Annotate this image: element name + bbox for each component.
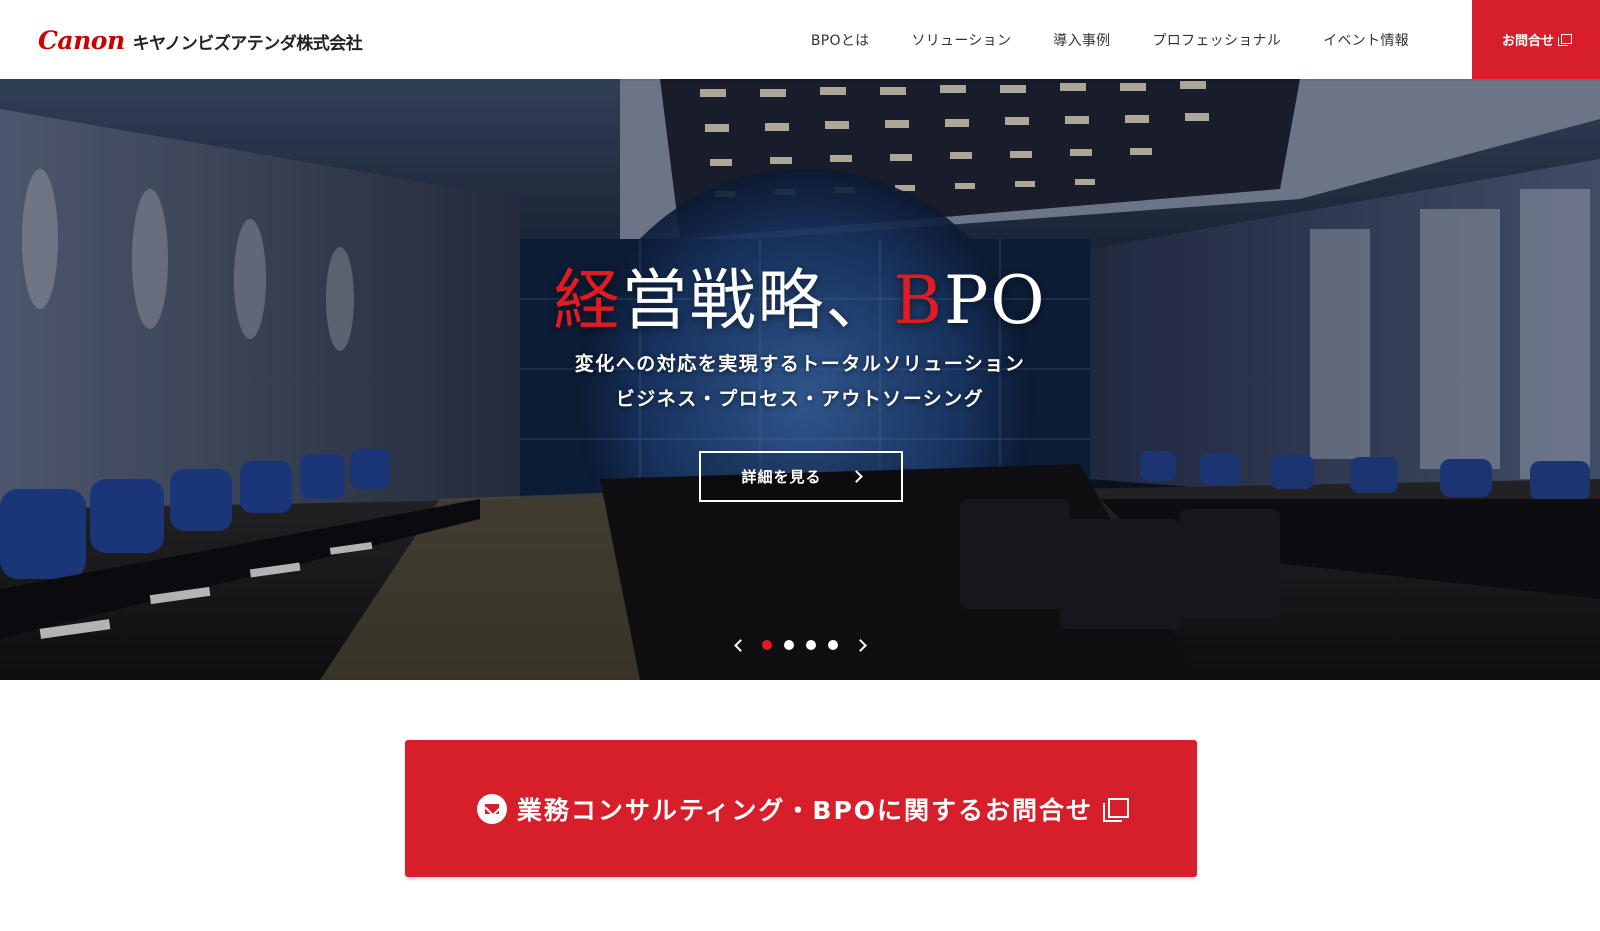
slider-controls [0, 635, 1600, 655]
hero-detail-label: 詳細を見る [741, 468, 822, 486]
chevron-right-icon [849, 470, 863, 483]
hero-title-accent2: B [893, 262, 944, 339]
cta-label: 業務コンサルティング・BPOに関するお問合せ [516, 795, 1094, 825]
chevron-left-icon [733, 638, 747, 652]
company-name: キヤノンビズアテンダ株式会社 [132, 34, 363, 54]
slider-dot-4[interactable] [828, 640, 838, 650]
hero-subtitle-line1: 変化への対応を実現するトータルソリューション [574, 353, 1026, 375]
slider-dot-1[interactable] [762, 640, 772, 650]
header-contact-button[interactable]: お問合せ [1472, 0, 1600, 79]
global-nav: BPOとは ソリューション 導入事例 プロフェッショナル イベント情報 [790, 0, 1430, 79]
hero-title-main2: PO [943, 262, 1047, 339]
site-logo[interactable]: Canon キヤノンビズアテンダ株式会社 [38, 26, 363, 55]
slider-next-button[interactable] [850, 635, 870, 655]
site-header: Canon キヤノンビズアテンダ株式会社 BPOとは ソリューション 導入事例 … [0, 0, 1600, 79]
nav-item-solutions[interactable]: ソリューション [890, 30, 1032, 50]
chevron-right-icon [853, 638, 867, 652]
nav-item-case-studies[interactable]: 導入事例 [1032, 30, 1131, 50]
nav-item-bpo[interactable]: BPOとは [790, 30, 891, 50]
slider-dot-2[interactable] [784, 640, 794, 650]
slider-prev-button[interactable] [730, 635, 750, 655]
hero-title-main1: 営戦略、 [621, 262, 894, 339]
hero-title-accent: 経 [553, 262, 622, 339]
header-contact-label: お問合せ [1501, 34, 1554, 49]
external-window-icon [1558, 34, 1572, 46]
hero-slider: 経営戦略、BPO 変化への対応を実現するトータルソリューション ビジネス・プロセ… [0, 79, 1600, 680]
nav-item-events[interactable]: イベント情報 [1302, 30, 1430, 50]
slider-dot-3[interactable] [806, 640, 816, 650]
hero-subtitle-line2: ビジネス・プロセス・アウトソーシング [615, 388, 985, 410]
mail-icon [476, 793, 507, 824]
canon-logo: Canon [38, 26, 125, 55]
consulting-contact-button[interactable]: 業務コンサルティング・BPOに関するお問合せ [405, 740, 1197, 877]
nav-item-professional[interactable]: プロフェッショナル [1131, 30, 1302, 50]
hero-content: 経営戦略、BPO 変化への対応を実現するトータルソリューション ビジネス・プロセ… [0, 79, 1600, 680]
external-window-icon [1103, 797, 1130, 822]
hero-title: 経営戦略、BPO [0, 247, 1600, 343]
hero-detail-button[interactable]: 詳細を見る [699, 451, 903, 502]
